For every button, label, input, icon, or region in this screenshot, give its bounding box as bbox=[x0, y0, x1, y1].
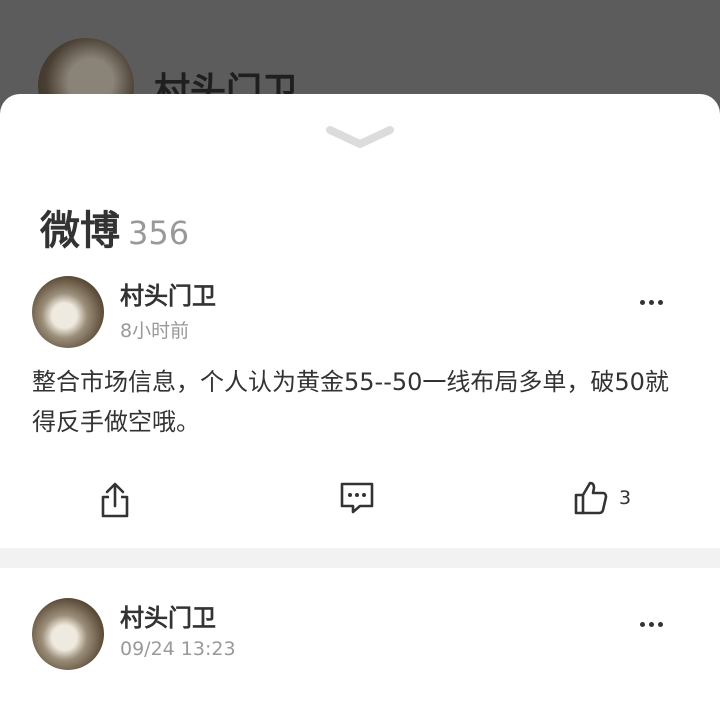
post-item[interactable]: 村头门卫 8小时前 整合市场信息，个人认为黄金55--50一线布局多单，破50就… bbox=[0, 270, 720, 548]
author-name[interactable]: 村头门卫 bbox=[120, 276, 216, 311]
section-count: 356 bbox=[128, 214, 190, 252]
like-button[interactable]: 3 bbox=[573, 480, 631, 516]
share-icon bbox=[101, 482, 129, 518]
post-item[interactable]: 村头门卫 09/24 13:23 bbox=[0, 592, 720, 705]
section-header: 微博 356 bbox=[40, 198, 189, 256]
comment-button[interactable] bbox=[338, 480, 376, 516]
comment-icon bbox=[340, 482, 374, 514]
thumbs-up-icon bbox=[574, 481, 608, 515]
post-actions: 3 bbox=[0, 480, 720, 530]
post-time: 09/24 13:23 bbox=[120, 638, 236, 660]
collapse-chevron-icon[interactable] bbox=[326, 124, 394, 152]
more-options-icon[interactable] bbox=[640, 294, 672, 310]
like-count: 3 bbox=[619, 487, 632, 509]
post-time: 8小时前 bbox=[120, 320, 190, 342]
more-options-icon[interactable] bbox=[640, 616, 672, 632]
section-title: 微博 bbox=[40, 208, 120, 254]
post-divider bbox=[0, 548, 720, 568]
post-content[interactable]: 整合市场信息，个人认为黄金55--50一线布局多单，破50就得反手做空哦。 bbox=[32, 362, 692, 442]
author-name[interactable]: 村头门卫 bbox=[120, 598, 216, 633]
share-button[interactable] bbox=[98, 480, 132, 520]
weibo-bottom-sheet: 微博 356 村头门卫 8小时前 整合市场信息，个人认为黄金55--50一线布局… bbox=[0, 94, 720, 705]
avatar[interactable] bbox=[32, 598, 104, 670]
avatar[interactable] bbox=[32, 276, 104, 348]
